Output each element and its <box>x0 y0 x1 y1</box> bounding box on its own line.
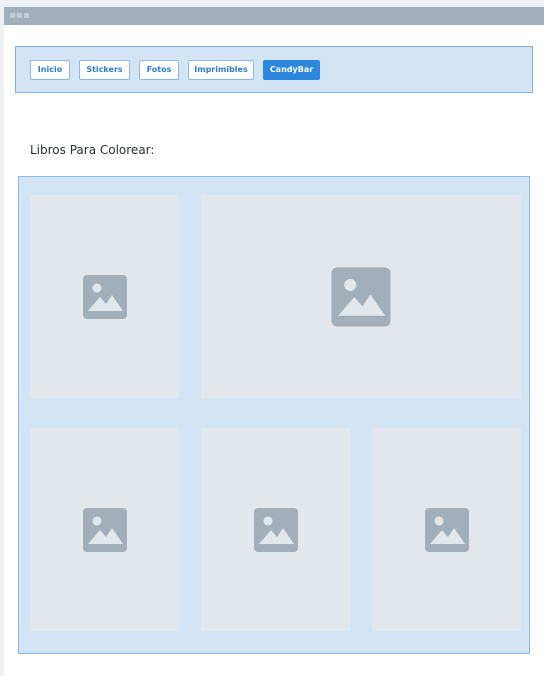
image-placeholder-icon <box>82 507 127 552</box>
nav-bar: Inicio Stickers Fotos Imprimibles CandyB… <box>15 46 533 93</box>
nav-button-candybar[interactable]: CandyBar <box>263 60 320 80</box>
window-control-dot[interactable] <box>24 13 29 18</box>
image-placeholder-icon <box>331 267 391 326</box>
window-control-dot[interactable] <box>17 13 22 18</box>
section-title: Libros Para Colorear: <box>30 143 155 157</box>
gallery-tile[interactable] <box>30 428 179 631</box>
nav-button-imprimibles[interactable]: Imprimibles <box>188 60 254 80</box>
gallery-tile[interactable] <box>201 428 350 631</box>
window-control-dot[interactable] <box>10 13 15 18</box>
image-placeholder-icon <box>82 274 127 319</box>
browser-window: Inicio Stickers Fotos Imprimibles CandyB… <box>4 7 544 676</box>
image-placeholder-icon <box>424 507 469 552</box>
nav-button-inicio[interactable]: Inicio <box>30 60 70 80</box>
gallery-tile[interactable] <box>372 428 521 631</box>
image-placeholder-icon <box>253 507 298 552</box>
nav-button-stickers[interactable]: Stickers <box>79 60 130 80</box>
image-gallery <box>18 176 530 654</box>
gallery-tile[interactable] <box>201 195 521 398</box>
window-titlebar <box>4 7 544 25</box>
gallery-tile[interactable] <box>30 195 179 398</box>
nav-button-fotos[interactable]: Fotos <box>139 60 179 80</box>
